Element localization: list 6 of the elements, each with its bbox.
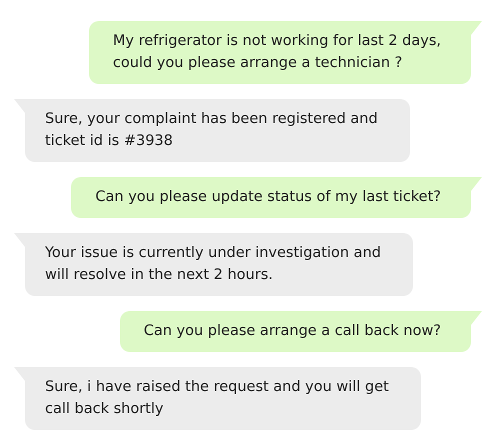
message-text: Sure, i have raised the request and you will get call back shortly (45, 378, 389, 419)
message-text: Sure, your complaint has been registered and ticket id is #3938 (45, 110, 378, 151)
message-text: Can you please update status of my last ticket? (95, 188, 441, 207)
message-text: My refrigerator is not working for last 2 days, could you please arrange a technician ? (112, 32, 441, 73)
message-text: Can you please arrange a call back now? (144, 322, 441, 341)
message-text: Your issue is currently under investigation and will resolve in the next 2 hours. (45, 244, 381, 285)
